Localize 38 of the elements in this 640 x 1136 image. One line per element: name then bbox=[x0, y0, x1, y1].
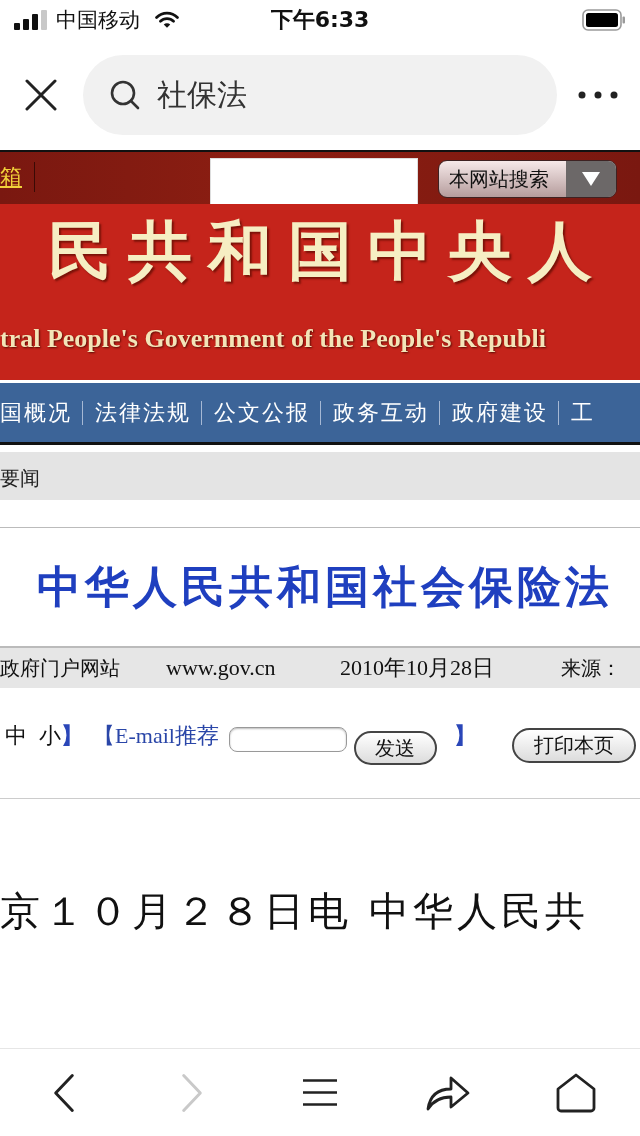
site-search-dropdown[interactable]: 本网站搜索 bbox=[438, 160, 617, 198]
wifi-icon bbox=[155, 11, 179, 29]
source-label: 来源： bbox=[561, 654, 621, 682]
home-icon[interactable] bbox=[556, 1072, 596, 1113]
font-size-link[interactable]: 中 bbox=[5, 721, 27, 751]
print-button[interactable]: 打印本页 bbox=[511, 728, 636, 763]
nav-link[interactable]: 政府建设 bbox=[452, 398, 548, 427]
section-heading: 要闻 bbox=[0, 452, 640, 500]
clock-time: 下午6:33 bbox=[270, 7, 370, 33]
nav-link[interactable]: 法律法规 bbox=[95, 398, 191, 427]
header-link[interactable]: 箱 bbox=[0, 163, 22, 191]
site-url: www.gov.cn bbox=[166, 655, 277, 681]
menu-icon[interactable] bbox=[303, 1079, 337, 1106]
banner-subtitle: tral People's Government of the People's Republi bbox=[0, 323, 546, 355]
font-size-link[interactable]: 小 bbox=[39, 721, 61, 751]
carrier-name: 中国移动 bbox=[56, 7, 140, 33]
back-icon[interactable] bbox=[52, 1071, 76, 1114]
nav-link[interactable]: 工 bbox=[571, 398, 595, 427]
signal-icon bbox=[14, 10, 47, 30]
more-icon[interactable] bbox=[578, 91, 618, 99]
article-text: 京１０月２８日电 中华人民共 bbox=[0, 887, 589, 935]
battery-icon bbox=[582, 9, 626, 31]
site-name: 政府门户网站 bbox=[0, 654, 121, 682]
email-input-field[interactable] bbox=[228, 727, 347, 752]
search-icon bbox=[110, 80, 140, 110]
nav-link[interactable]: 政务互动 bbox=[333, 398, 429, 427]
email-share-link[interactable]: 【E-mail推荐 bbox=[93, 721, 219, 751]
close-icon[interactable] bbox=[25, 79, 57, 111]
publish-date: 2010年10月28日 bbox=[340, 654, 495, 682]
banner-title: 民共和国中央人 bbox=[48, 213, 608, 286]
closing-bracket: 】 bbox=[453, 722, 476, 750]
caret-icon bbox=[566, 161, 616, 197]
send-button[interactable]: 发送 bbox=[353, 731, 437, 765]
nav-link[interactable]: 国概况 bbox=[0, 398, 72, 427]
closing-bracket: 】 bbox=[61, 722, 83, 750]
nav-link[interactable]: 公文公报 bbox=[214, 398, 310, 427]
search-field[interactable]: 社保法 bbox=[83, 55, 557, 135]
article-title: 中华人民共和国社会保险法 bbox=[37, 561, 613, 613]
